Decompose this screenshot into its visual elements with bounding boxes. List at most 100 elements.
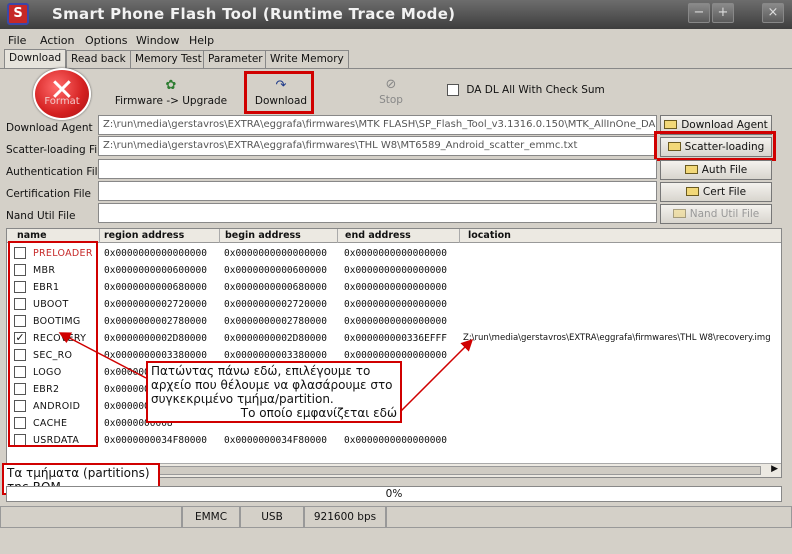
progress-bar: 0% [6, 486, 782, 502]
col-begin-address[interactable]: begin address [225, 230, 301, 241]
download-agent-label: Download Agent [6, 122, 93, 134]
col-end-address[interactable]: end address [345, 230, 411, 241]
region-address: 0x0000000002780000 [104, 316, 207, 327]
format-button[interactable]: ✕ Format [33, 68, 91, 120]
firmware-upgrade-label: Firmware -> Upgrade [114, 95, 228, 107]
tab-memory-test[interactable]: Memory Test [130, 50, 207, 68]
download-highlight [244, 71, 314, 114]
menu-help[interactable]: Help [189, 34, 214, 47]
partition-annotation-text: Πατώντας πάνω εδώ, επιλέγουμε το αρχείο … [151, 364, 393, 406]
menu-window[interactable]: Window [136, 34, 179, 47]
folder-icon [684, 165, 698, 174]
tab-read-back[interactable]: Read back [66, 50, 131, 68]
title-bar: S Smart Phone Flash Tool (Runtime Trace … [0, 0, 792, 29]
nand-util-field[interactable] [98, 203, 657, 223]
col-region-address[interactable]: region address [104, 230, 184, 241]
tab-write-memory[interactable]: Write Memory [265, 50, 349, 68]
region-address: 0x0000000003380000 [104, 350, 207, 361]
auth-file-field[interactable] [98, 159, 657, 179]
tab-download[interactable]: Download [4, 49, 67, 69]
menu-file[interactable]: File [8, 34, 26, 47]
download-agent-button-label: Download Agent [681, 119, 768, 131]
menu-bar: File Action Options Window Help [0, 31, 792, 49]
end-address: 0x0000000000000000 [344, 265, 447, 276]
checksum-option[interactable]: DA DL All With Check Sum [447, 84, 605, 96]
region-address: 0x0000000000680000 [104, 282, 207, 293]
table-row[interactable]: ✓ RECOVERY 0x0000000002D80000 0x0000000002D… [7, 330, 781, 347]
begin-address: 0x0000000034F80000 [224, 435, 327, 446]
format-label: Format [44, 96, 80, 107]
end-address: 0x0000000000000000 [344, 350, 447, 361]
end-address: 0x0000000000000000 [344, 282, 447, 293]
column-divider [219, 229, 220, 243]
region-address: 0x0000000034F80000 [104, 435, 207, 446]
checksum-label: DA DL All With Check Sum [466, 84, 605, 96]
table-row[interactable]: BOOTIMG 0x0000000002780000 0x0000000002780… [7, 313, 781, 330]
end-address: 0x0000000000000000 [344, 316, 447, 327]
window-title: Smart Phone Flash Tool (Runtime Trace Mo… [52, 5, 456, 23]
status-storage: EMMC [182, 506, 240, 528]
begin-address: 0x0000000002780000 [224, 316, 327, 327]
status-baud: 921600 bps [304, 506, 386, 528]
table-header: name region address begin address end ad… [7, 229, 781, 243]
menu-action[interactable]: Action [40, 34, 74, 47]
close-button[interactable]: × [762, 3, 784, 23]
region-address: 0x0000000000600000 [104, 265, 207, 276]
status-cell-empty [0, 506, 182, 528]
begin-address: 0x0000000000600000 [224, 265, 327, 276]
table-row[interactable]: EBR1 0x0000000000680000 0x0000000000680000… [7, 279, 781, 296]
partition-names-highlight [8, 241, 98, 447]
download-agent-field[interactable]: Z:\run\media\gerstavros\EXTRA\eggrafa\fi… [98, 115, 657, 135]
nand-util-label: Nand Util File [6, 210, 76, 222]
firmware-upgrade-icon: ✿ [165, 78, 177, 93]
begin-address: 0x0000000002720000 [224, 299, 327, 310]
status-cell-message [386, 506, 792, 528]
region-address: 0x0000000000000000 [104, 248, 207, 259]
cert-file-button-label: Cert File [702, 186, 747, 198]
minimize-button[interactable]: − [688, 3, 710, 23]
begin-address: 0x0000000000000000 [224, 248, 327, 259]
auth-file-button-label: Auth File [701, 164, 748, 176]
cert-file-label: Certification File [6, 188, 91, 200]
scatter-highlight [654, 131, 776, 161]
begin-address: 0x0000000002D80000 [224, 333, 327, 344]
progress-text: 0% [385, 488, 403, 500]
column-divider [459, 229, 460, 243]
col-location[interactable]: location [468, 230, 511, 241]
table-row[interactable]: MBR 0x0000000000600000 0x0000000000600000 0… [7, 262, 781, 279]
table-row[interactable]: UBOOT 0x0000000002720000 0x000000000272000… [7, 296, 781, 313]
begin-address: 0x0000000000680000 [224, 282, 327, 293]
folder-icon [685, 187, 699, 196]
folder-icon [664, 120, 678, 129]
partition-table: name region address begin address end ad… [6, 228, 782, 478]
table-row[interactable]: USRDATA 0x0000000034F80000 0x0000000034F80… [7, 432, 781, 449]
nand-util-button[interactable]: Nand Util File [660, 204, 772, 224]
app-logo-icon: S [7, 3, 29, 25]
region-address: 0x0000000002720000 [104, 299, 207, 310]
menu-options[interactable]: Options [85, 34, 127, 47]
col-name[interactable]: name [17, 230, 47, 241]
checksum-checkbox[interactable] [447, 84, 459, 96]
stop-button[interactable]: ⊘ Stop [366, 77, 416, 106]
partition-annotation: Πατώντας πάνω εδώ, επιλέγουμε το αρχείο … [146, 361, 402, 423]
auth-file-button[interactable]: Auth File [660, 160, 772, 180]
scatter-file-field[interactable]: Z:\run\media\gerstavros\EXTRA\eggrafa\fi… [98, 136, 657, 156]
firmware-upgrade-button[interactable]: ✿ Firmware -> Upgrade [112, 78, 230, 107]
region-address: 0x0000000002D80000 [104, 333, 207, 344]
stop-label: Stop [379, 94, 403, 106]
column-divider [99, 229, 100, 243]
partition-annotation-text-2: Το οποίο εμφανίζεται εδώ [240, 406, 397, 420]
stop-icon: ⊘ [385, 77, 397, 92]
cert-file-button[interactable]: Cert File [660, 182, 772, 202]
maximize-button[interactable]: + [712, 3, 734, 23]
scroll-right-icon[interactable]: ▶ [771, 464, 778, 474]
end-address: 0x0000000000000000 [344, 248, 447, 259]
tab-divider [0, 68, 792, 69]
auth-file-label: Authentication File [6, 166, 104, 178]
partition-location[interactable]: Z:\run\media\gerstavros\EXTRA\eggrafa\fi… [463, 333, 771, 343]
scatter-file-label: Scatter-loading File [6, 144, 107, 156]
table-row[interactable]: PRELOADER 0x0000000000000000 0x00000000000… [7, 245, 781, 262]
nand-util-button-label: Nand Util File [689, 208, 760, 220]
cert-file-field[interactable] [98, 181, 657, 201]
tab-parameter[interactable]: Parameter [203, 50, 268, 68]
